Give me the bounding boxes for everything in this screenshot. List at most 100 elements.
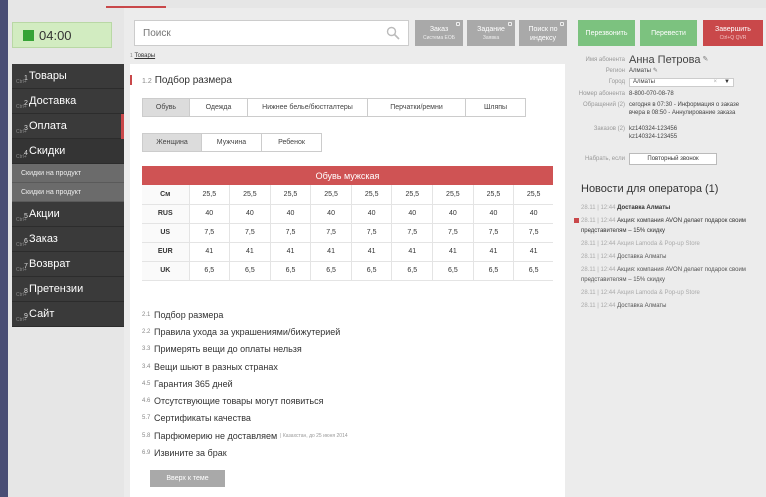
shortcut-number: 4 — [24, 150, 28, 157]
region-value: Алматы — [629, 68, 651, 74]
city-select[interactable]: Алматы × ▼ — [629, 78, 734, 87]
sidebar-item-order[interactable]: Ctrl+ 6 Заказ — [12, 227, 124, 252]
button-sublabel: Заявка — [482, 35, 500, 41]
order-item[interactable]: kz140324-123455 — [629, 134, 677, 140]
shortcut-number: 1 — [24, 75, 28, 82]
order-button[interactable]: Заказ Система ЕОБ — [415, 20, 463, 46]
sidebar-item-label: Оплата — [29, 120, 67, 132]
table-cell: 6,5 — [513, 261, 553, 281]
list-item-number: 2.1 — [142, 311, 151, 318]
button-label: Задание — [477, 26, 505, 33]
table-cell: 6,5 — [189, 261, 231, 281]
task-button[interactable]: Задание Заявка — [467, 20, 515, 46]
news-item[interactable]: 28.11 | 12:44 Доставка Алматы — [574, 301, 766, 311]
sidebar-item-promotions[interactable]: Ctrl+ 5 Акции — [12, 202, 124, 227]
sidebar-item-payment[interactable]: Ctrl+ 3 Оплата — [12, 114, 124, 139]
news-item[interactable]: 28.11 | 12:44 Акция: компания AVON делае… — [574, 216, 766, 236]
field-label: Заказов (2) — [593, 126, 625, 132]
subscriber-name-row: Имя абонента Анна Петрова ✎ — [574, 55, 766, 66]
table-cell: 25,5 — [229, 185, 271, 205]
sidebar-item-discounts[interactable]: Ctrl+ 4 Скидки — [12, 139, 124, 164]
chevron-down-icon[interactable]: ▼ — [724, 79, 730, 86]
edit-icon[interactable]: ✎ — [702, 56, 708, 64]
request-item[interactable]: сегодня в 07:30 - Информация о заказе — [629, 102, 739, 108]
list-item[interactable]: 2.2 Правила ухода за украшениями/бижутери… — [142, 323, 348, 340]
table-cell: 41 — [270, 242, 312, 262]
sidebar-subitem-discount[interactable]: Скидки на продукт — [12, 183, 124, 202]
table-title: Обувь мужская — [142, 166, 553, 185]
news-item[interactable]: 28.11 | 12:44 Акция: компания AVON делае… — [574, 265, 766, 285]
order-item[interactable]: kz140324-123456 — [629, 126, 677, 132]
sidebar-item-return[interactable]: Ctrl+ 7 Возврат — [12, 252, 124, 277]
button-label: Завершить — [715, 26, 751, 33]
table-cell: 41 — [229, 242, 271, 262]
tab-hats[interactable]: Шляпы — [466, 98, 526, 117]
sidebar-item-label: Товары — [29, 70, 67, 82]
tab-clothes[interactable]: Одежда — [190, 98, 248, 117]
button-label: Заказ — [429, 26, 449, 33]
sidebar-item-claims[interactable]: Ctrl+ 8 Претензии — [12, 277, 124, 302]
tab-gloves-belts[interactable]: Перчатки/ремни — [368, 98, 466, 117]
list-item[interactable]: 6.9 Извините за брак — [142, 444, 348, 461]
size-table: Обувь мужская См 25,5 25,5 25,5 25,5 25,5 25,5… — [142, 166, 553, 281]
clear-icon[interactable]: × — [713, 79, 717, 86]
list-item[interactable]: 2.1 Подбор размера — [142, 306, 348, 323]
shortcut-number: 5 — [24, 213, 28, 220]
gender-tabs: Женщина Мужчина Ребенок — [142, 133, 322, 152]
row-label: RUS — [142, 204, 190, 224]
news-item[interactable]: 28.11 | 12:44 Доставка Алматы — [574, 252, 766, 262]
list-item[interactable]: 5.8 Парфюмерию не доставляем | Казахстан, … — [142, 427, 348, 444]
table-cell: 40 — [310, 204, 352, 224]
timer-value: 04:00 — [39, 27, 72, 43]
tab-child[interactable]: Ребенок — [262, 133, 322, 152]
field-label: Обращений (2) — [583, 102, 625, 108]
table-cell: 25,5 — [391, 185, 434, 205]
call-back-button[interactable]: Перезвонить — [578, 20, 635, 46]
sidebar-subitem-discount[interactable]: Скидки на продукт — [12, 164, 124, 183]
search-icon[interactable] — [386, 26, 400, 40]
table-row: UK 6,5 6,5 6,5 6,5 6,5 6,5 6,5 6,5 6,5 — [142, 261, 553, 281]
edit-icon[interactable]: ✎ — [653, 67, 658, 75]
field-label: Регион — [605, 68, 625, 74]
back-to-top-button[interactable]: Вверх к теме — [150, 470, 225, 487]
table-cell: 7,5 — [310, 223, 352, 243]
news-title: Новости для оператора (1) — [581, 183, 719, 195]
table-cell: 6,5 — [391, 261, 434, 281]
requests-row: Обращений (2) сегодня в 07:30 - Информац… — [574, 101, 766, 117]
active-marker — [121, 114, 124, 139]
shortcut-number: 6 — [24, 238, 28, 245]
call-timer: 04:00 — [12, 22, 112, 48]
news-item[interactable]: 28.11 | 12:44 Акция Lamoda & Pop-up Stor… — [574, 239, 766, 249]
list-item[interactable]: 3.3 Примерять вещи до оплаты нельзя — [142, 341, 348, 358]
table-row: RUS 40 40 40 40 40 40 40 40 40 — [142, 204, 553, 224]
table-cell: 41 — [351, 242, 393, 262]
breadcrumb-link[interactable]: Товары — [134, 53, 155, 59]
tab-underwear[interactable]: Нижнее белье/бюстгалтеры — [248, 98, 368, 117]
sidebar-item-label: Возврат — [29, 258, 71, 270]
tab-woman[interactable]: Женщина — [142, 133, 202, 152]
tab-shoes[interactable]: Обувь — [142, 98, 190, 117]
news-item[interactable]: 28.11 | 12:44 Доставка Алматы — [574, 203, 766, 213]
table-cell: 40 — [391, 204, 434, 224]
sidebar-item-delivery[interactable]: Ctrl+ 2 Доставка — [12, 89, 124, 114]
list-item[interactable]: 5.7 Сертификаты качества — [142, 410, 348, 427]
table-cell: 40 — [189, 204, 231, 224]
list-item[interactable]: 3.4 Вещи шьют в разных странах — [142, 358, 348, 375]
list-item[interactable]: 4.6 Отсутствующие товары могут появиться — [142, 392, 348, 409]
finish-button[interactable]: Завершить Ctrl+Q QVR — [703, 20, 763, 46]
shortcut-number: 7 — [24, 263, 28, 270]
transfer-button[interactable]: Перевести — [640, 20, 697, 46]
repeat-call-button[interactable]: Повторный звонок — [629, 153, 717, 165]
list-item[interactable]: 4.5 Гарантия 365 дней — [142, 375, 348, 392]
list-item-number: 5.8 — [142, 432, 151, 439]
search-input[interactable] — [135, 21, 375, 45]
unread-icon — [574, 218, 579, 223]
index-search-button[interactable]: Поиск по индексу — [519, 20, 567, 46]
tab-man[interactable]: Мужчина — [202, 133, 262, 152]
sidebar-item-goods[interactable]: Ctrl+ 1 Товары — [12, 64, 124, 89]
request-item[interactable]: вчера в 08:50 - Аннулирование заказа — [629, 110, 735, 116]
list-item-label: Парфюмерию не доставляем — [154, 430, 278, 441]
news-item[interactable]: 28.11 | 12:44 Акция Lamoda & Pop-up Stor… — [574, 288, 766, 298]
news-text: Доставка Алматы — [617, 254, 667, 260]
sidebar-item-site[interactable]: Ctrl+ 9 Сайт — [12, 302, 124, 327]
